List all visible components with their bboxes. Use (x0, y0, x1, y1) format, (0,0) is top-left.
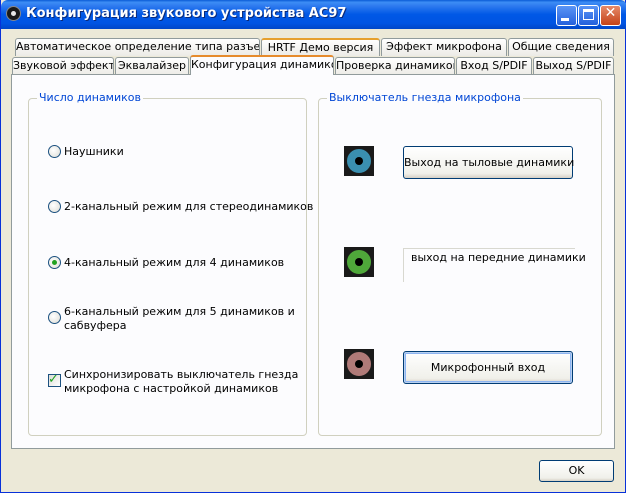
option-headphones-label[interactable]: Наушники (64, 145, 124, 159)
close-button[interactable]: ✕ (600, 5, 621, 26)
green-audio-jack-icon (344, 247, 374, 277)
speaker-count-label: Число динамиков (37, 91, 143, 104)
option-6-channel-label-line1[interactable]: 6-канальный режим для 5 динамиков и (64, 305, 295, 319)
mic-jack-switch-label: Выключатель гнезда микрофона (327, 91, 523, 104)
option-2-channel-label[interactable]: 2-канальный режим для стереодинамиков (64, 200, 313, 214)
maximize-button[interactable] (578, 5, 599, 26)
mic-jack-switch-group: Выключатель гнезда микрофона Выход на ты… (318, 91, 602, 436)
sync-mic-checkbox[interactable]: ✓ (48, 372, 61, 387)
pink-jack-hole (355, 360, 363, 368)
radio-2-channel[interactable] (48, 200, 61, 213)
sync-mic-label-line2[interactable]: микрофона с настройкой динамиков (64, 382, 278, 396)
blue-jack-hole (355, 157, 363, 165)
maximize-icon (583, 9, 594, 20)
option-4-channel-label[interactable]: 4-канальный режим для 4 динамиков (64, 256, 284, 270)
checkmark-icon: ✓ (48, 372, 59, 387)
mic-input-button[interactable]: Микрофонный вход (403, 351, 573, 384)
radio-headphones[interactable] (48, 145, 61, 158)
tab-speaker-config[interactable]: Конфигурация динамиков (190, 55, 334, 75)
tab-sound-effect[interactable]: Звуковой эффект (12, 57, 114, 75)
tab-speaker-test[interactable]: Проверка динамиков (335, 57, 455, 75)
front-speakers-output-label: выход на передние динамики (403, 248, 586, 282)
tab-auto-detect[interactable]: Автоматическое определение типа разъема (15, 38, 260, 56)
radio-4-channel[interactable] (48, 256, 61, 269)
tab-equalizer[interactable]: Эквалайзер (115, 57, 189, 75)
tab-general-info[interactable]: Общие сведения (508, 38, 614, 56)
option-6-channel-label-line2[interactable]: сабвуфера (64, 319, 126, 333)
close-icon: ✕ (604, 5, 617, 21)
dialog-window: Конфигурация звукового устройства AC97 ✕… (0, 0, 626, 493)
ok-button[interactable]: OK (539, 460, 614, 482)
minimize-icon (561, 18, 569, 21)
tab-panel: Число динамиков Наушники 2-канальный реж… (11, 74, 615, 449)
blue-audio-jack-icon (344, 146, 374, 176)
title-bar[interactable]: Конфигурация звукового устройства AC97 ✕ (1, 0, 626, 29)
sync-mic-label-line1[interactable]: Синхронизировать выключатель гнезда (64, 368, 298, 382)
tab-mic-effect[interactable]: Эффект микрофона (381, 38, 507, 56)
speaker-count-group: Число динамиков Наушники 2-канальный реж… (28, 91, 313, 436)
pink-audio-jack-icon (344, 349, 374, 379)
rear-speakers-output-button[interactable]: Выход на тыловые динамики (403, 146, 574, 179)
tab-spdif-in[interactable]: Вход S/PDIF (456, 57, 532, 75)
tab-spdif-out[interactable]: Выход S/PDIF (533, 57, 614, 75)
speaker-app-icon (6, 6, 21, 21)
window-title: Конфигурация звукового устройства AC97 (26, 6, 347, 21)
green-jack-hole (355, 258, 363, 266)
tab-hrtf-demo[interactable]: HRTF Демо версия (261, 38, 380, 56)
minimize-button[interactable] (556, 5, 577, 26)
radio-6-channel[interactable] (48, 311, 61, 324)
